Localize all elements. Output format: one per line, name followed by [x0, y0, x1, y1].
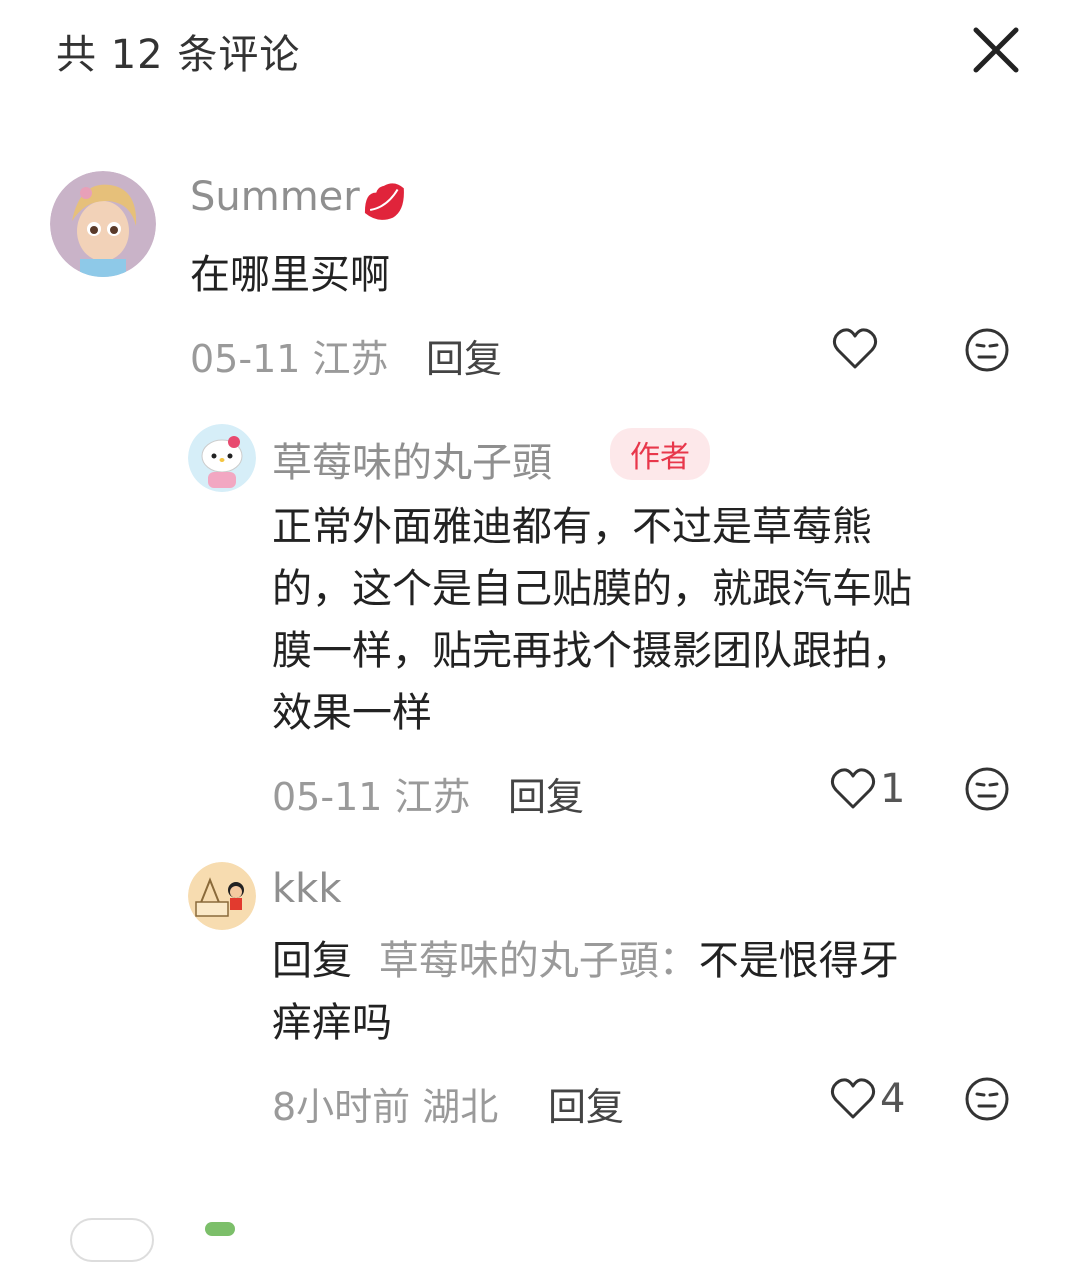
- close-icon[interactable]: [968, 22, 1024, 78]
- comment-location: 湖北: [422, 1085, 499, 1129]
- like-button[interactable]: 1: [830, 766, 905, 812]
- comment-location: 江苏: [394, 775, 471, 819]
- reply-target-user[interactable]: 草莓味的丸子頭：: [379, 938, 699, 984]
- comment-text: 回复 草莓味的丸子頭：不是恨得牙 痒痒吗: [272, 938, 899, 1046]
- lips-emoji-icon: [364, 183, 404, 220]
- next-comment-emoji-partial: [205, 1222, 235, 1236]
- comment-date: 05-11: [190, 337, 301, 381]
- comment-count-title: 共 12 条评论: [56, 32, 301, 78]
- heart-outline-icon: [830, 1078, 876, 1119]
- comment-text: 正常外面雅迪都有，不过是草莓熊 的，这个是自己贴膜的，就跟汽车贴 膜一样，贴完再…: [272, 504, 912, 736]
- comments-header: 共 12 条评论: [0, 0, 1080, 110]
- like-count: 4: [880, 1076, 906, 1122]
- comment-location: 江苏: [312, 337, 389, 381]
- avatar[interactable]: [188, 424, 256, 492]
- neutral-face-icon[interactable]: [964, 1076, 1010, 1122]
- heart-outline-icon: [830, 768, 876, 809]
- comment-meta: 8小时前 湖北: [272, 1076, 498, 1131]
- author-badge: 作者: [610, 428, 710, 480]
- reply-button[interactable]: 回复: [548, 1076, 624, 1131]
- like-count: 1: [880, 766, 906, 812]
- username[interactable]: 草莓味的丸子頭: [272, 430, 552, 488]
- comment-date: 05-11: [272, 775, 383, 819]
- heart-outline-icon: [832, 328, 878, 369]
- next-comment-avatar-partial: [70, 1218, 154, 1262]
- username[interactable]: kkk: [272, 866, 342, 912]
- reply-prefix: 回复: [272, 938, 352, 984]
- reply-button[interactable]: 回复: [508, 766, 584, 821]
- comment-meta: 05-11 江苏: [272, 766, 471, 821]
- comment-meta: 05-11 江苏: [190, 328, 389, 383]
- comment-text: 在哪里买啊: [190, 252, 390, 298]
- like-button[interactable]: 4: [830, 1076, 905, 1122]
- like-button[interactable]: [832, 327, 882, 371]
- neutral-face-icon[interactable]: [964, 327, 1010, 373]
- reply-button[interactable]: 回复: [426, 328, 502, 383]
- avatar[interactable]: [50, 171, 156, 277]
- username[interactable]: Summer: [190, 174, 360, 220]
- comment-date: 8小时前: [272, 1085, 411, 1129]
- neutral-face-icon[interactable]: [964, 766, 1010, 812]
- avatar[interactable]: [188, 862, 256, 930]
